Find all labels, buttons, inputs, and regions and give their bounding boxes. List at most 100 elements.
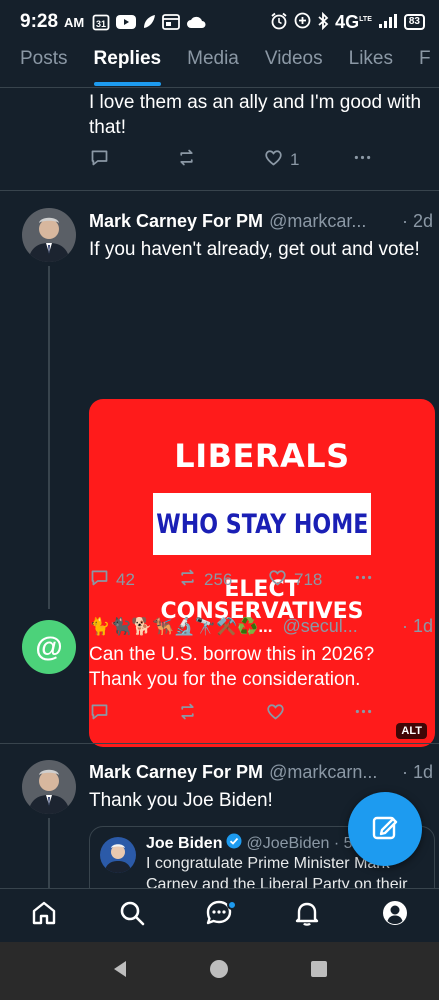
avatar[interactable] (22, 208, 76, 262)
reply-button[interactable] (89, 147, 176, 173)
svg-text:31: 31 (96, 19, 106, 29)
home-button[interactable] (209, 959, 229, 984)
more-icon (353, 567, 380, 593)
tab-likes[interactable]: Likes (349, 44, 393, 87)
quote-avatar (100, 837, 136, 873)
retweet-button[interactable] (177, 701, 265, 727)
profile-icon (381, 899, 409, 932)
leaf-icon (142, 14, 156, 30)
more-options-button[interactable] (353, 701, 380, 727)
reply-icon (89, 147, 116, 173)
notification-dot (227, 899, 238, 910)
nav-notifications[interactable] (285, 894, 329, 938)
thread-line (48, 818, 50, 888)
like-button[interactable]: 1 (263, 147, 352, 173)
system-navigation-bar (0, 942, 439, 1000)
compose-icon (369, 811, 401, 848)
retweet-button[interactable]: 256 (177, 567, 267, 593)
home-icon (30, 899, 58, 932)
calendar-icon: 31 (92, 13, 110, 31)
status-bar: 9:28 AM 31 4GLTE 83 (0, 0, 439, 44)
reply-button[interactable]: 42 (89, 567, 177, 593)
square-icon (309, 960, 329, 983)
signal-icon (378, 13, 398, 32)
like-button[interactable] (265, 701, 353, 727)
timeline-feed: I love them as an ally and I'm good with… (0, 88, 439, 747)
tweet-actions (89, 699, 389, 729)
like-count: 1 (290, 150, 300, 169)
data-saver-icon (294, 12, 311, 32)
more-icon (353, 701, 380, 727)
image-text: LIBERALS (174, 437, 350, 475)
cloud-icon (186, 15, 206, 29)
circle-icon (209, 959, 229, 983)
nav-search[interactable] (110, 894, 154, 938)
tweet[interactable]: I love them as an ally and I'm good with… (0, 88, 439, 191)
retweet-count: 256 (204, 570, 233, 589)
verified-icon (226, 833, 242, 854)
tab-videos[interactable]: Videos (265, 44, 323, 87)
retweet-icon (176, 147, 203, 173)
battery-indicator: 83 (403, 14, 425, 30)
network-type: 4GLTE (335, 11, 372, 32)
tweet-time[interactable]: · 1d (402, 616, 433, 637)
author-handle[interactable]: @secul... (283, 616, 358, 637)
more-options-button[interactable] (352, 147, 379, 173)
author-name[interactable]: Mark Carney For PM (89, 762, 263, 783)
reply-icon (89, 567, 116, 593)
tweet-text: I love them as an ally and I'm good with… (89, 92, 422, 138)
tweet-actions: 42 256 718 (89, 565, 389, 595)
tab-media[interactable]: Media (187, 44, 239, 87)
tweet-time[interactable]: · 2d (402, 211, 433, 232)
bluetooth-icon (317, 11, 329, 33)
nav-profile[interactable] (373, 894, 417, 938)
back-button[interactable] (110, 959, 130, 984)
tab-posts[interactable]: Posts (20, 44, 68, 87)
tab-replies[interactable]: Replies (93, 44, 161, 87)
avatar[interactable] (22, 760, 76, 814)
back-icon (110, 960, 130, 983)
status-ampm: AM (64, 14, 85, 30)
tweet-text: If you haven't already, get out and vote… (89, 239, 420, 260)
like-button[interactable]: 718 (267, 567, 353, 593)
quote-author-handle: @JoeBiden · 58 (246, 834, 362, 852)
author-name[interactable]: 🐈🐈‍⬛🐕🐕‍🦺🔬🔭⚒️♻️... (89, 617, 273, 637)
status-time: 9:28 (20, 11, 59, 32)
heart-icon (263, 147, 290, 173)
image-text: WHO STAY HOME (155, 508, 369, 540)
heart-icon (265, 701, 292, 727)
retweet-icon (177, 701, 204, 727)
bottom-navigation (0, 888, 439, 942)
avatar[interactable]: @ (22, 620, 76, 674)
author-handle[interactable]: @markcarn... (269, 762, 377, 783)
nav-home[interactable] (22, 894, 66, 938)
bell-icon (293, 899, 321, 932)
author-handle[interactable]: @markcar... (269, 211, 366, 232)
profile-tabs: Posts Replies Media Videos Likes F (0, 44, 439, 88)
avatar-symbol: @ (35, 631, 63, 662)
tweet[interactable]: @ 🐈🐈‍⬛🐕🐕‍🦺🔬🔭⚒️♻️... @secul... · 1d Can t… (0, 606, 439, 744)
recents-button[interactable] (309, 959, 329, 984)
more-icon (352, 147, 379, 173)
thread-line (48, 266, 50, 609)
reply-count: 42 (116, 570, 135, 589)
compose-button[interactable] (348, 792, 422, 866)
image-text-box: WHO STAY HOME (153, 493, 371, 555)
nav-grok[interactable] (197, 894, 241, 938)
tweet[interactable]: Mark Carney For PM @markcar... · 2d If y… (0, 191, 439, 747)
search-icon (118, 899, 146, 932)
heart-icon (267, 567, 294, 593)
tweet-text: Can the U.S. borrow this in 2026? Thank … (89, 644, 375, 690)
tab-more[interactable]: F (419, 44, 431, 87)
browser-icon (162, 14, 181, 30)
more-options-button[interactable] (353, 567, 380, 593)
author-name[interactable]: Mark Carney For PM (89, 211, 263, 232)
retweet-button[interactable] (176, 147, 263, 173)
reply-button[interactable] (89, 701, 177, 727)
alarm-icon (270, 12, 288, 33)
reply-icon (89, 701, 116, 727)
like-count: 718 (294, 570, 323, 589)
quote-author-name: Joe Biden (146, 834, 223, 852)
youtube-icon (116, 14, 137, 30)
tweet-time[interactable]: · 1d (402, 762, 433, 783)
